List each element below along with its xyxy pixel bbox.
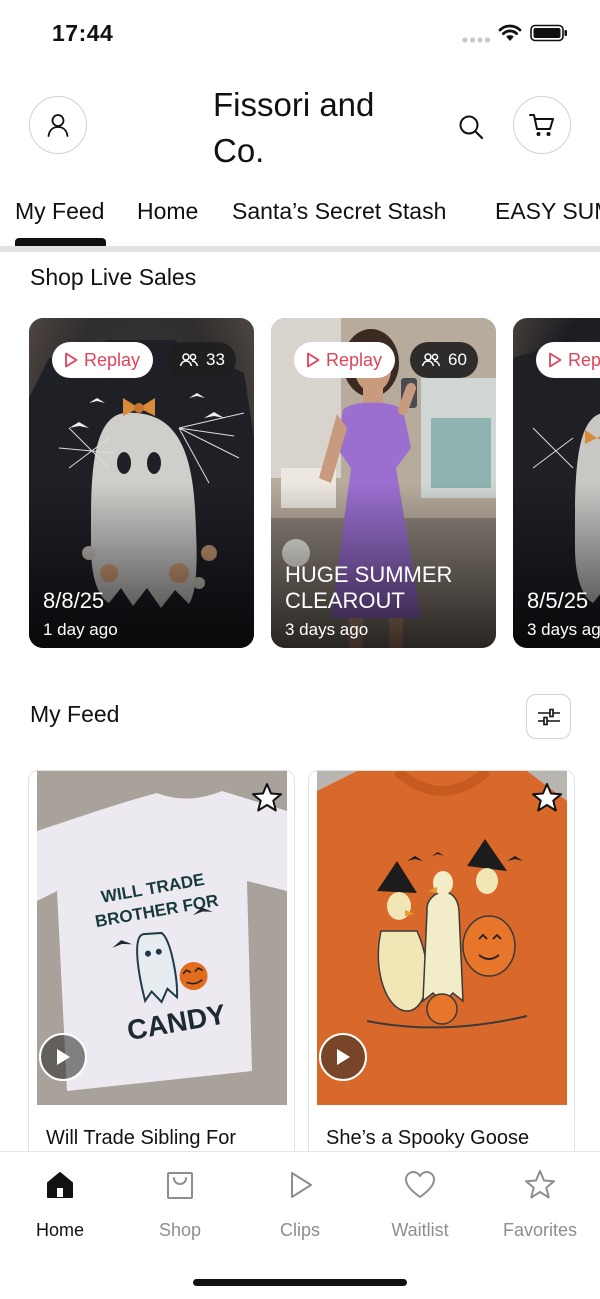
feed-heading: My Feed bbox=[30, 701, 120, 727]
viewers-icon bbox=[421, 353, 441, 367]
profile-button[interactable] bbox=[29, 96, 87, 154]
product-title: She’s a Spooky Goose bbox=[326, 1127, 530, 1149]
star-icon[interactable] bbox=[250, 781, 284, 815]
live-sale-card[interactable]: Replay 8/5/25 3 days ago bbox=[513, 318, 600, 648]
heart-icon bbox=[405, 1171, 435, 1198]
replay-label: Replay bbox=[568, 349, 600, 370]
live-sale-time: 1 day ago bbox=[43, 620, 118, 639]
replay-badge[interactable]: Replay bbox=[294, 342, 396, 378]
active-tab-indicator bbox=[15, 238, 106, 246]
live-sale-card[interactable]: Replay 33 8/8/25 1 day ago bbox=[29, 318, 254, 648]
live-sales-heading: Shop Live Sales bbox=[30, 264, 197, 290]
cart-icon bbox=[529, 114, 554, 136]
status-time: 17:44 bbox=[52, 20, 114, 46]
live-sale-title: HUGE SUMMER CLEAROUT bbox=[285, 562, 453, 613]
replay-badge[interactable]: Replay bbox=[536, 342, 600, 378]
tabs-divider bbox=[0, 246, 600, 252]
wifi-icon bbox=[498, 24, 522, 41]
play-outline-icon bbox=[549, 352, 562, 368]
live-sales-carousel[interactable]: Replay 33 8/8/25 1 day ago Replay 60 HUG… bbox=[0, 318, 600, 650]
filter-button[interactable] bbox=[526, 694, 571, 739]
viewer-count: 33 bbox=[206, 350, 225, 369]
viewers-icon bbox=[179, 353, 199, 367]
tab-easy-summer[interactable]: EASY SUMMER bbox=[495, 198, 600, 225]
play-video-button[interactable] bbox=[319, 1033, 367, 1081]
tab-my-feed[interactable]: My Feed bbox=[15, 198, 104, 225]
search-icon bbox=[459, 115, 484, 140]
nav-shop[interactable]: Shop bbox=[120, 1168, 240, 1241]
nav-label: Home bbox=[35, 1220, 84, 1240]
play-icon bbox=[337, 1049, 350, 1065]
nav-favorites[interactable]: Favorites bbox=[480, 1168, 600, 1241]
search-button[interactable] bbox=[454, 110, 488, 144]
status-bar: 17:44 bbox=[0, 0, 600, 66]
signal-dots-icon bbox=[462, 37, 490, 43]
tab-home[interactable]: Home bbox=[137, 198, 198, 225]
nav-label: Shop bbox=[158, 1220, 202, 1240]
user-icon bbox=[47, 114, 69, 137]
category-tabs: My Feed Home Santa’s Secret Stash EASY S… bbox=[0, 186, 600, 252]
play-video-button[interactable] bbox=[39, 1033, 87, 1081]
star-icon bbox=[525, 1170, 555, 1199]
play-icon bbox=[291, 1172, 312, 1198]
play-icon bbox=[57, 1049, 70, 1065]
viewer-count: 60 bbox=[448, 350, 467, 369]
cart-button[interactable] bbox=[513, 96, 571, 154]
live-sale-time: 3 days ago bbox=[285, 620, 369, 639]
live-sale-card[interactable]: Replay 60 HUGE SUMMER CLEAROUT 3 days ag… bbox=[271, 318, 496, 648]
feed-product-card[interactable]: WILL TRADE BROTHER FOR CANDY Will Trade … bbox=[28, 770, 295, 1170]
play-outline-icon bbox=[307, 352, 320, 368]
feed-product-card[interactable]: She’s a Spooky Goose bbox=[308, 770, 575, 1170]
sliders-icon bbox=[537, 708, 560, 725]
battery-icon bbox=[530, 24, 567, 42]
replay-badge[interactable]: Replay bbox=[52, 342, 154, 378]
nav-label: Waitlist bbox=[391, 1220, 449, 1240]
play-outline-icon bbox=[65, 352, 78, 368]
live-sale-title: 8/8/25 bbox=[43, 588, 105, 613]
viewer-count-badge: 60 bbox=[410, 342, 478, 378]
product-title: Will Trade Sibling For bbox=[46, 1127, 237, 1149]
replay-label: Replay bbox=[326, 349, 383, 370]
replay-label: Replay bbox=[84, 349, 141, 370]
nav-home[interactable]: Home bbox=[0, 1168, 120, 1241]
nav-label: Favorites bbox=[502, 1220, 578, 1240]
tab-santas-secret-stash[interactable]: Santa’s Secret Stash bbox=[232, 198, 446, 225]
nav-label: Clips bbox=[279, 1220, 320, 1240]
viewer-count-badge: 33 bbox=[168, 342, 236, 378]
star-icon[interactable] bbox=[530, 781, 564, 815]
store-name: Fissori and Co. bbox=[213, 86, 375, 169]
live-sale-title: 8/5/25 bbox=[527, 588, 589, 613]
home-indicator[interactable] bbox=[193, 1279, 407, 1286]
shopping-bag-icon bbox=[167, 1172, 193, 1199]
home-icon bbox=[47, 1172, 73, 1198]
nav-clips[interactable]: Clips bbox=[240, 1168, 360, 1241]
nav-waitlist[interactable]: Waitlist bbox=[360, 1168, 480, 1241]
store-header: Fissori and Co. bbox=[0, 66, 600, 186]
live-sale-time: 3 days ago bbox=[527, 620, 600, 639]
bottom-navigation: Home Shop Clips Waitlist Favorites bbox=[0, 1151, 600, 1299]
